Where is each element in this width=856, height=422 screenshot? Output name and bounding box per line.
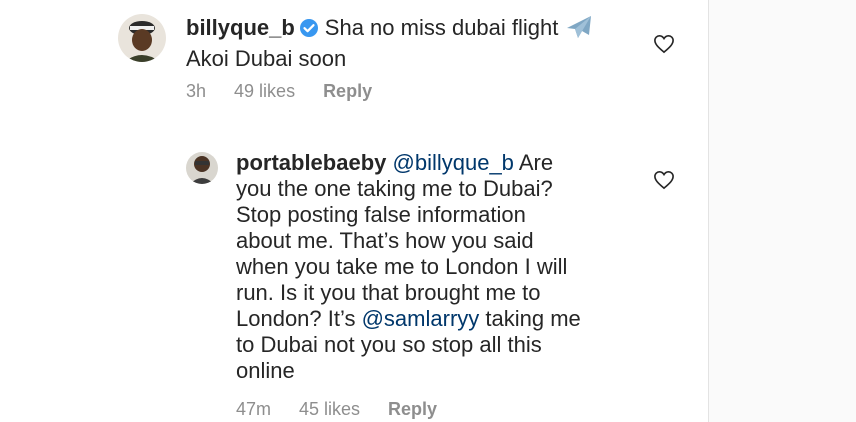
- comment-text-line: Stop posting false information: [236, 202, 526, 227]
- comment-text: taking me: [479, 306, 581, 331]
- reply-button[interactable]: Reply: [388, 399, 437, 420]
- comment-time: 47m: [236, 399, 272, 419]
- mention-link[interactable]: @samlarryy: [362, 306, 480, 331]
- right-panel-background: [709, 0, 856, 422]
- heart-icon[interactable]: [653, 34, 675, 54]
- comment-text-line: about me. That’s how you said: [236, 228, 534, 253]
- avatar-billyque[interactable]: [118, 14, 166, 62]
- comment-text: Are: [513, 150, 554, 175]
- comment-meta-portablebaeby: 47m 45 likes Reply: [236, 399, 465, 420]
- reply-button[interactable]: Reply: [323, 81, 372, 102]
- heart-icon[interactable]: [653, 170, 675, 190]
- comment-text: Sha no miss dubai flight: [324, 15, 559, 40]
- username-portablebaeby[interactable]: portablebaeby: [236, 150, 386, 175]
- comment-text-line2: Akoi Dubai soon: [186, 46, 347, 71]
- comment-billyque: billyque_b Sha no miss dubai flight Akoi …: [118, 14, 666, 72]
- airplane-emoji: [564, 14, 594, 46]
- likes-count[interactable]: 45 likes: [299, 399, 360, 420]
- avatar-portablebaeby[interactable]: [186, 152, 218, 184]
- comment-text-line: online: [236, 358, 295, 383]
- comment-meta-billyque: 3h 49 likes Reply: [186, 81, 400, 102]
- comment-text-line: you the one taking me to Dubai?: [236, 176, 553, 201]
- mention-link[interactable]: @billyque_b: [393, 150, 514, 175]
- likes-count[interactable]: 49 likes: [234, 81, 295, 102]
- comment-portablebaeby: portablebaeby @billyque_b Are you the on…: [186, 150, 636, 384]
- verified-badge-icon: [299, 18, 319, 44]
- username-billyque[interactable]: billyque_b: [186, 15, 295, 40]
- comment-text-line: when you take me to London I will: [236, 254, 568, 279]
- comment-text-line: to Dubai not you so stop all this: [236, 332, 542, 357]
- comment-time: 3h: [186, 81, 207, 101]
- comment-text: London? It’s: [236, 306, 362, 331]
- comment-text-line: run. Is it you that brought me to: [236, 280, 541, 305]
